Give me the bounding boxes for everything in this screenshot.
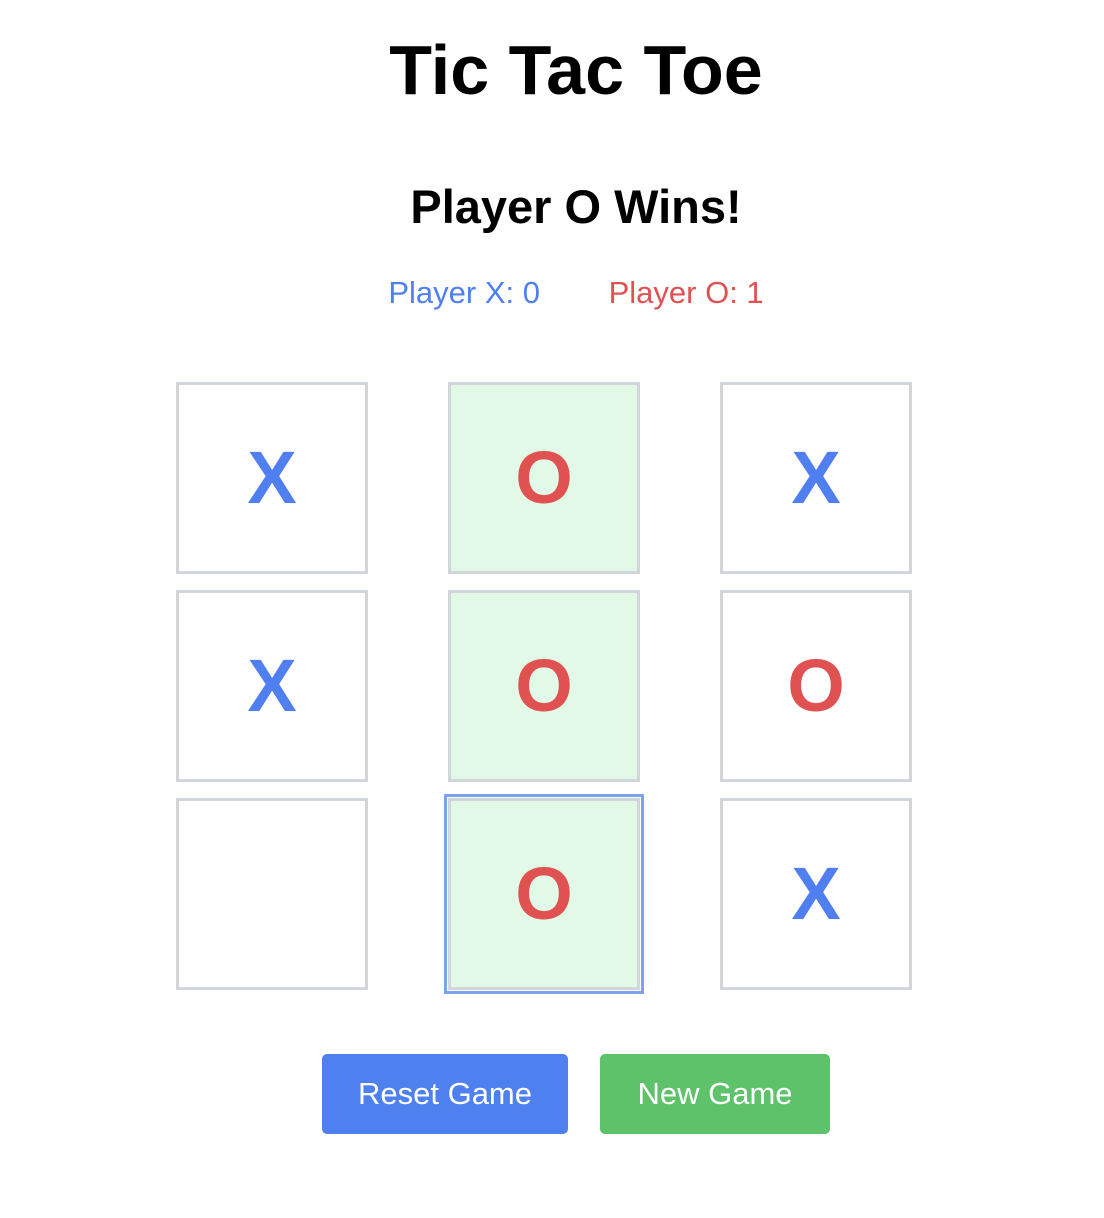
board-cell-4[interactable]: X: [176, 590, 368, 782]
board-cell-9[interactable]: X: [720, 798, 912, 990]
cell-mark: O: [515, 436, 573, 519]
cell-mark: O: [787, 644, 845, 727]
cell-mark: O: [515, 644, 573, 727]
scoreboard: Player X: 0 Player O: 1: [0, 273, 1104, 313]
board-cell-3[interactable]: X: [720, 382, 912, 574]
score-player-x: Player X: 0: [388, 275, 540, 310]
board-cell-1[interactable]: X: [176, 382, 368, 574]
cell-mark: X: [791, 852, 841, 935]
cell-mark: X: [791, 436, 841, 519]
game-status: Player O Wins!: [410, 180, 742, 233]
reset-game-button[interactable]: Reset Game: [322, 1054, 568, 1134]
cell-mark: X: [247, 436, 297, 519]
board-cell-7[interactable]: [176, 798, 368, 990]
board-cell-8[interactable]: O: [444, 794, 644, 994]
new-game-button[interactable]: New Game: [600, 1054, 830, 1134]
board-cell-5[interactable]: O: [448, 590, 640, 782]
board-cell-6[interactable]: O: [720, 590, 912, 782]
page-title: Tic Tac Toe: [389, 31, 763, 109]
cell-mark: O: [515, 852, 573, 935]
cell-mark: X: [247, 644, 297, 727]
score-player-o: Player O: 1: [608, 275, 764, 310]
board-cell-2[interactable]: O: [448, 382, 640, 574]
